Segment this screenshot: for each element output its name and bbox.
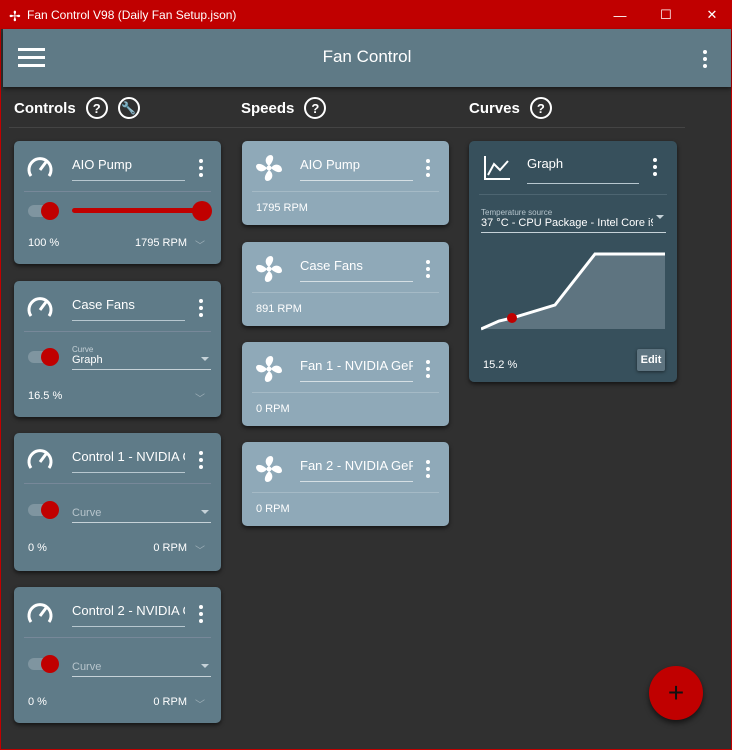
curve-name[interactable]: Graph (527, 156, 639, 184)
app-bar: Fan Control (3, 29, 731, 87)
app-title: Fan Control (322, 47, 412, 66)
curve-card: Graph Temperature source 37 °C - CPU Pac… (469, 141, 677, 382)
speed-card: Fan 1 - NVIDIA GeForce 0 RPM (242, 342, 449, 426)
curve-select[interactable]: Curve Graph (72, 345, 211, 370)
curve-label: Curve (72, 345, 94, 354)
title-bar: ✢ Fan Control V98 (Daily Fan Setup.json)… (1, 1, 732, 29)
fan-icon (256, 456, 282, 482)
chevron-down-icon[interactable]: ﹀ (195, 696, 205, 711)
gauge-icon (27, 157, 53, 177)
control-card: Case Fans Curve Graph 16.5 % ﹀ (14, 281, 221, 417)
control-card: Control 2 - NVIDIA GeForce Curve 0 % 0 R… (14, 587, 221, 723)
window-title: Fan Control V98 (Daily Fan Setup.json) (27, 8, 237, 22)
temperature-source-label: Temperature source (481, 208, 553, 217)
control-name[interactable]: Control 2 - NVIDIA GeForce (72, 603, 185, 627)
minimize-button[interactable]: — (597, 1, 643, 29)
curve-placeholder: Curve (72, 661, 102, 673)
control-percent: 100 % (28, 237, 60, 249)
toggle-knob[interactable] (41, 655, 59, 673)
curve-select[interactable]: Curve (72, 661, 211, 677)
speed-name[interactable]: AIO Pump (300, 157, 413, 181)
speed-card: AIO Pump 1795 RPM (242, 141, 449, 225)
fan-icon (256, 356, 282, 382)
control-percent: 0 % (28, 696, 47, 708)
toggle-knob[interactable] (41, 202, 59, 220)
fan-icon (256, 256, 282, 282)
control-card: AIO Pump 100 % 1795 RPM ﹀ (14, 141, 221, 264)
control-rpm: 0 RPM (153, 696, 187, 708)
chevron-down-icon[interactable]: ﹀ (195, 390, 205, 405)
toggle-knob[interactable] (41, 501, 59, 519)
dropdown-arrow-icon (201, 357, 209, 361)
controls-title: Controls (14, 99, 76, 117)
control-percent: 16.5 % (28, 390, 63, 402)
more-options-icon[interactable] (425, 360, 431, 378)
gauge-icon (27, 297, 53, 317)
curve-graph[interactable] (481, 249, 665, 331)
curves-title: Curves (469, 99, 520, 117)
chevron-down-icon[interactable]: ﹀ (195, 237, 205, 252)
control-card: Control 1 - NVIDIA GeForce Curve 0 % 0 R… (14, 433, 221, 571)
control-name[interactable]: Case Fans (72, 297, 185, 321)
maximize-button[interactable]: ☐ (643, 1, 689, 29)
speed-slider[interactable] (72, 208, 202, 213)
speed-rpm: 0 RPM (256, 503, 290, 515)
close-button[interactable]: ✕ (689, 1, 732, 29)
dropdown-arrow-icon (201, 664, 209, 668)
line-chart-icon (484, 156, 510, 180)
fan-logo-icon: ✢ (9, 8, 21, 24)
more-options-icon[interactable] (702, 50, 708, 68)
curve-output: 15.2 % (483, 359, 518, 371)
control-rpm: 1795 RPM (135, 237, 187, 249)
fan-icon (256, 155, 282, 181)
controls-header: Controls ? 🔧 (14, 97, 140, 119)
curve-placeholder: Curve (72, 507, 102, 519)
slider-thumb[interactable] (192, 201, 212, 221)
more-options-icon[interactable] (425, 159, 431, 177)
speed-name[interactable]: Case Fans (300, 258, 413, 282)
speed-name[interactable]: Fan 1 - NVIDIA GeForce (300, 358, 413, 382)
more-options-icon[interactable] (198, 451, 204, 469)
control-percent: 0 % (28, 542, 47, 554)
more-options-icon[interactable] (425, 260, 431, 278)
control-name[interactable]: AIO Pump (72, 157, 185, 181)
wrench-icon[interactable]: 🔧 (117, 97, 140, 119)
speed-card: Fan 2 - NVIDIA GeForce 0 RPM (242, 442, 449, 526)
edit-button[interactable]: Edit (637, 349, 665, 371)
dropdown-arrow-icon (656, 215, 664, 219)
dropdown-arrow-icon (201, 510, 209, 514)
help-icon[interactable]: ? (304, 97, 327, 119)
gauge-icon (27, 449, 53, 469)
curves-header: Curves ? (469, 97, 552, 119)
gauge-icon (27, 603, 53, 623)
control-rpm: 0 RPM (153, 542, 187, 554)
more-options-icon[interactable] (198, 159, 204, 177)
speed-rpm: 891 RPM (256, 303, 302, 315)
temperature-source-select[interactable]: Temperature source 37 °C - CPU Package -… (481, 208, 666, 233)
curve-value: Graph (72, 354, 103, 366)
temperature-source-value: 37 °C - CPU Package - Intel Core i9 (481, 217, 653, 229)
speed-rpm: 0 RPM (256, 403, 290, 415)
speeds-header: Speeds ? (241, 97, 327, 119)
curve-select[interactable]: Curve (72, 507, 211, 523)
speed-name[interactable]: Fan 2 - NVIDIA GeForce (300, 458, 413, 482)
more-options-icon[interactable] (652, 158, 658, 176)
help-icon[interactable]: ? (85, 97, 108, 119)
chevron-down-icon[interactable]: ﹀ (195, 542, 205, 557)
divider (9, 127, 685, 128)
current-point (507, 313, 517, 323)
more-options-icon[interactable] (425, 460, 431, 478)
toggle-knob[interactable] (41, 348, 59, 366)
control-name[interactable]: Control 1 - NVIDIA GeForce (72, 449, 185, 473)
more-options-icon[interactable] (198, 605, 204, 623)
speed-rpm: 1795 RPM (256, 202, 308, 214)
more-options-icon[interactable] (198, 299, 204, 317)
help-icon[interactable]: ? (529, 97, 552, 119)
speed-card: Case Fans 891 RPM (242, 242, 449, 326)
speeds-title: Speeds (241, 99, 295, 117)
add-button[interactable]: + (649, 666, 703, 720)
